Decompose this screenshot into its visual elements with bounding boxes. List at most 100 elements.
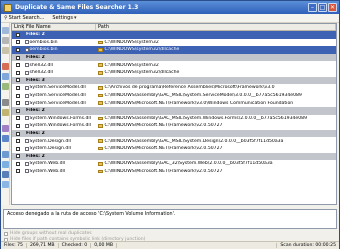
delete-icon[interactable]	[2, 63, 9, 70]
link-cell	[12, 139, 24, 144]
group-checkbox[interactable]	[16, 55, 20, 60]
file-name-cell: shell32.dll	[24, 70, 96, 75]
group-row[interactable]: Files: 2	[12, 129, 336, 138]
group-row[interactable]: Files: 2	[12, 106, 336, 115]
status-size: 269,71 MB	[27, 243, 59, 248]
file-checkbox[interactable]	[16, 161, 20, 166]
file-icon	[25, 101, 29, 106]
file-checkbox[interactable]	[16, 123, 20, 128]
header-file-name[interactable]: File Name	[24, 24, 96, 30]
results-grid[interactable]: Link File Name Path Files: 2 oembios.bin C…	[11, 23, 337, 205]
folder-icon[interactable]	[2, 109, 9, 116]
file-row[interactable]: oembios.bin C:\WINDOWS\system32\dllcache	[12, 46, 336, 54]
file-row[interactable]: System.Web.dll C:\WINDOWS\Microsoft.NET\F…	[12, 168, 336, 176]
app-icon	[4, 3, 12, 12]
log-box: Acceso denegado a la ruta de acceso 'C:\…	[3, 209, 337, 229]
hide-groups-checkbox[interactable]	[4, 231, 8, 236]
folder-icon	[98, 86, 103, 90]
toolbar: ⚲ Start Search... Settings ▾	[1, 14, 339, 23]
group-row[interactable]: Files: 3	[12, 76, 336, 85]
file-checkbox[interactable]	[16, 146, 20, 151]
group-checkbox[interactable]	[16, 131, 20, 136]
invert-check-icon[interactable]	[2, 47, 9, 54]
group-row[interactable]: Files: 2	[12, 152, 336, 161]
file-name-cell: System.Design.dll	[24, 139, 96, 144]
link-cell	[12, 154, 24, 159]
file-row[interactable]: System.Design.dll C:\WINDOWS\assembly\GAC…	[12, 137, 336, 145]
path-cell: C:\WINDOWS\system32\dllcache	[96, 70, 336, 75]
group-row[interactable]: Files: 2	[12, 53, 336, 62]
folder-icon	[98, 71, 103, 75]
file-checkbox[interactable]	[16, 101, 20, 106]
settings-label: Settings	[52, 15, 73, 21]
minimize-button[interactable]: –	[308, 3, 317, 12]
file-row[interactable]: System.ServiceModel.dll C:\WINDOWS\assemb…	[12, 92, 336, 100]
file-row[interactable]: System.ServiceModel.dll C:\Archivos de pr…	[12, 84, 336, 92]
file-checkbox[interactable]	[16, 139, 20, 144]
folder-icon	[98, 116, 103, 121]
file-checkbox[interactable]	[16, 169, 20, 174]
path-cell: C:\WINDOWS\Microsoft.NET\Framework\v3.0\…	[96, 101, 336, 106]
maximize-button[interactable]: □	[318, 3, 327, 12]
file-row[interactable]: shell32.dll C:\WINDOWS\system32\dllcache	[12, 69, 336, 77]
link-cell	[12, 32, 24, 37]
file-checkbox[interactable]	[16, 47, 20, 52]
group-row[interactable]: Files: 2	[12, 31, 336, 39]
file-name-cell: System.Windows.Forms.dll	[24, 116, 96, 121]
select-newest-icon[interactable]	[2, 161, 9, 168]
select-path-icon[interactable]	[2, 181, 9, 188]
file-checkbox[interactable]	[16, 85, 20, 90]
select-oldest-icon[interactable]	[2, 171, 9, 178]
link-cell	[12, 63, 24, 68]
group-label: Files: 2	[26, 55, 45, 61]
hide-groups-option[interactable]: Hide groups without real duplicates	[4, 231, 92, 236]
group-checkbox[interactable]	[16, 154, 20, 159]
export-icon[interactable]	[2, 99, 9, 106]
file-name: System.Windows.Forms.dll	[29, 123, 91, 129]
link-cell	[12, 78, 24, 83]
link-cell	[12, 116, 24, 121]
file-checkbox[interactable]	[16, 70, 20, 75]
file-path: C:\WINDOWS\Microsoft.NET\Framework\v3.0\…	[104, 100, 294, 106]
title-bar[interactable]: Duplicate & Same Files Searcher 1.3 – □ …	[1, 1, 339, 14]
file-name: shell32.dll	[29, 70, 53, 76]
file-checkbox[interactable]	[16, 116, 20, 121]
link-icon[interactable]	[2, 83, 9, 90]
group-checkbox[interactable]	[16, 78, 20, 83]
header-link[interactable]: Link	[12, 24, 24, 30]
link-cell	[12, 93, 24, 98]
sort-icon[interactable]	[2, 135, 9, 142]
group-checkbox[interactable]	[16, 108, 20, 113]
file-name: oembios.bin	[29, 47, 58, 53]
file-row[interactable]: System.Windows.Forms.dll C:\WINDOWS\Micro…	[12, 122, 336, 130]
move-icon[interactable]	[2, 73, 9, 80]
file-checkbox[interactable]	[16, 63, 20, 68]
path-cell: C:\WINDOWS\assembly\GAC_MSIL\System.Serv…	[96, 93, 336, 98]
file-row[interactable]: System.Windows.Forms.dll C:\WINDOWS\assem…	[12, 115, 336, 123]
file-path: C:\WINDOWS\assembly\GAC_MSIL\System.Desi…	[104, 138, 284, 144]
settings-menu[interactable]: Settings ▾	[52, 15, 76, 21]
link-cell	[12, 70, 24, 75]
header-path[interactable]: Path	[96, 24, 336, 30]
link-cell	[12, 101, 24, 106]
file-icon	[25, 116, 29, 121]
folder-icon	[98, 169, 103, 174]
status-files: Files: 75	[1, 243, 27, 248]
folder-icon	[98, 63, 103, 67]
file-row[interactable]: oembios.bin C:\WINDOWS\system32	[12, 39, 336, 47]
file-checkbox[interactable]	[16, 93, 20, 98]
uncheck-all-icon[interactable]	[2, 37, 9, 44]
start-search-button[interactable]: ⚲ Start Search...	[4, 15, 44, 21]
file-name: System.Web.dll	[29, 161, 66, 167]
close-button[interactable]: ✕	[328, 3, 337, 12]
file-row[interactable]: System.Web.dll C:\WINDOWS\assembly\GAC_32…	[12, 160, 336, 168]
file-row[interactable]: System.ServiceModel.dll C:\WINDOWS\Micros…	[12, 99, 336, 107]
file-icon	[25, 40, 29, 45]
select-group-icon[interactable]	[2, 151, 9, 158]
file-checkbox[interactable]	[16, 40, 20, 45]
file-row[interactable]: shell32.dll C:\WINDOWS\system32	[12, 61, 336, 69]
filter-icon[interactable]	[2, 125, 9, 132]
file-row[interactable]: System.Design.dll C:\WINDOWS\Microsoft.NE…	[12, 145, 336, 153]
group-checkbox[interactable]	[16, 32, 20, 37]
check-all-icon[interactable]	[2, 27, 9, 34]
